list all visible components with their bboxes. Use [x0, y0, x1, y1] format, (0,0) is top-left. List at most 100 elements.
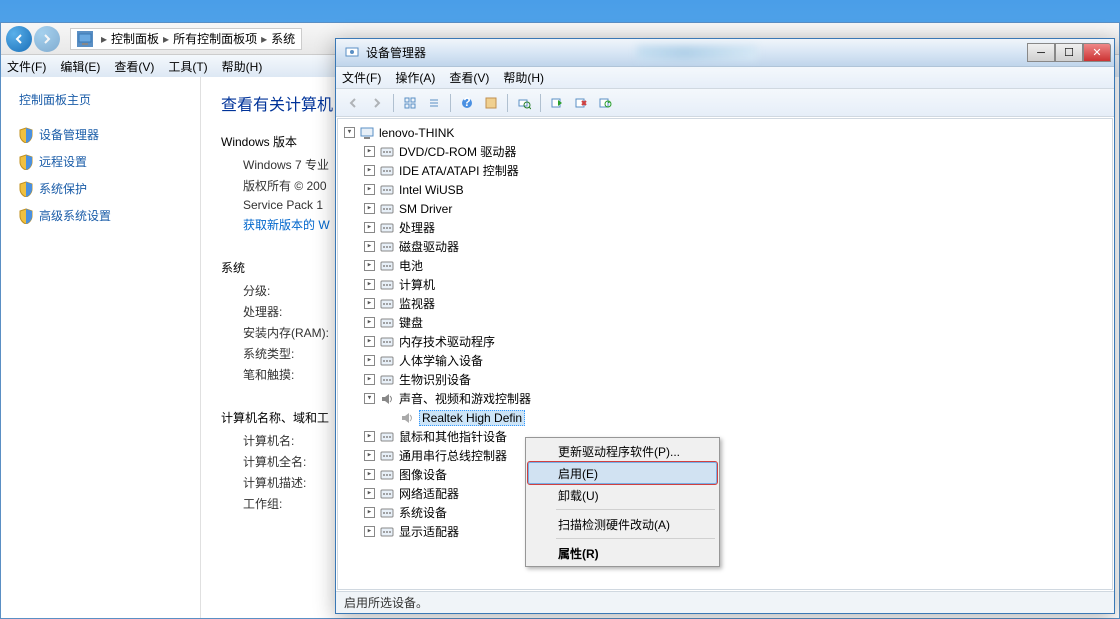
tree-node-label: DVD/CD-ROM 驱动器 [399, 143, 516, 160]
bc-item[interactable]: 所有控制面板项 [173, 30, 257, 47]
toolbar-separator [540, 94, 541, 112]
menu-file[interactable]: 文件(F) [7, 58, 46, 75]
breadcrumb[interactable]: ▸ 控制面板 ▸ 所有控制面板项 ▸ 系统 [70, 28, 302, 50]
device-icon [379, 239, 395, 255]
ctx-enable[interactable]: 启用(E) [528, 462, 717, 484]
expand-toggle[interactable]: ▸ [364, 165, 375, 176]
menu-view[interactable]: 查看(V) [449, 69, 489, 86]
device-icon [379, 315, 395, 331]
tree-node[interactable]: ▸ IDE ATA/ATAPI 控制器 [340, 161, 1110, 180]
expand-toggle[interactable]: ▸ [364, 374, 375, 385]
back-button[interactable] [6, 26, 32, 52]
sidebar-heading[interactable]: 控制面板主页 [11, 91, 190, 108]
tree-node[interactable]: ▸系统设备 [340, 503, 1110, 522]
tree-node[interactable]: ▸电池 [340, 256, 1110, 275]
status-text: 启用所选设备。 [344, 594, 428, 611]
expand-toggle[interactable]: ▸ [364, 241, 375, 252]
menu-file[interactable]: 文件(F) [342, 69, 381, 86]
expand-toggle[interactable]: ▸ [364, 203, 375, 214]
ctx-update-driver[interactable]: 更新驱动程序软件(P)... [528, 440, 717, 462]
menu-edit[interactable]: 编辑(E) [60, 58, 100, 75]
tree-node[interactable]: ▸Intel WiUSB [340, 180, 1110, 199]
tree-node[interactable]: ▸计算机 [340, 275, 1110, 294]
tree-node[interactable]: ▸ 监视器 [340, 294, 1110, 313]
tree-node[interactable]: Realtek High Defin [340, 408, 1110, 427]
menu-view[interactable]: 查看(V) [114, 58, 154, 75]
device-icon [379, 391, 395, 407]
device-manager-window: 设备管理器 ─ ☐ ✕ 文件(F) 操作(A) 查看(V) 帮助(H) ? ▾ [335, 38, 1115, 614]
tree-node-label: 处理器 [399, 219, 435, 236]
expand-toggle[interactable]: ▸ [364, 488, 375, 499]
tree-node-label: IDE ATA/ATAPI 控制器 [399, 162, 519, 179]
expand-toggle[interactable]: ▾ [364, 393, 375, 404]
minimize-button[interactable]: ─ [1027, 43, 1055, 62]
tree-node-label: Realtek High Defin [419, 410, 525, 426]
tree-node-label: 监视器 [399, 295, 435, 312]
tb-back-icon[interactable] [342, 92, 364, 114]
maximize-button[interactable]: ☐ [1055, 43, 1083, 62]
tree-node[interactable]: ▸ 鼠标和其他指针设备 [340, 427, 1110, 446]
tb-uninstall-icon[interactable] [570, 92, 592, 114]
menu-help[interactable]: 帮助(H) [222, 58, 263, 75]
tree-node-label: 鼠标和其他指针设备 [399, 428, 507, 445]
expand-toggle[interactable]: ▾ [344, 127, 355, 138]
tree-node[interactable]: ▸ 处理器 [340, 218, 1110, 237]
tb-help-icon[interactable]: ? [456, 92, 478, 114]
ctx-uninstall[interactable]: 卸载(U) [528, 484, 717, 506]
tb-grid-icon[interactable] [399, 92, 421, 114]
sidebar-item[interactable]: 设备管理器 [11, 122, 190, 147]
tb-properties-icon[interactable] [480, 92, 502, 114]
tree-node[interactable]: ▸ DVD/CD-ROM 驱动器 [340, 142, 1110, 161]
expand-toggle[interactable]: ▸ [364, 507, 375, 518]
tree-node[interactable]: ▸ 图像设备 [340, 465, 1110, 484]
tree-node[interactable]: ▸内存技术驱动程序 [340, 332, 1110, 351]
ctx-properties[interactable]: 属性(R) [528, 542, 717, 564]
tree-node[interactable]: ▸显示适配器 [340, 522, 1110, 541]
tree-node[interactable]: ▸键盘 [340, 313, 1110, 332]
bc-item[interactable]: 控制面板 [111, 30, 159, 47]
device-icon [379, 353, 395, 369]
tree-node[interactable]: ▸人体学输入设备 [340, 351, 1110, 370]
expand-toggle[interactable]: ▸ [364, 526, 375, 537]
expand-toggle[interactable]: ▸ [364, 336, 375, 347]
tree-root[interactable]: ▾ lenovo-THINK [340, 123, 1110, 142]
tree-node[interactable]: ▸网络适配器 [340, 484, 1110, 503]
expand-toggle[interactable]: ▸ [364, 298, 375, 309]
expand-toggle[interactable]: ▸ [364, 184, 375, 195]
expand-toggle[interactable]: ▸ [364, 431, 375, 442]
expand-toggle[interactable]: ▸ [364, 450, 375, 461]
tb-list-icon[interactable] [423, 92, 445, 114]
expand-toggle[interactable]: ▸ [364, 279, 375, 290]
shield-icon [19, 181, 33, 197]
tb-enable-icon[interactable] [546, 92, 568, 114]
sidebar-item[interactable]: 远程设置 [11, 149, 190, 174]
tree-node[interactable]: ▸生物识别设备 [340, 370, 1110, 389]
expand-toggle[interactable]: ▸ [364, 355, 375, 366]
menu-action[interactable]: 操作(A) [395, 69, 435, 86]
tb-scan-icon[interactable] [513, 92, 535, 114]
device-tree[interactable]: ▾ lenovo-THINK ▸ DVD/CD-ROM 驱动器 ▸ IDE ATA/A… [337, 118, 1113, 590]
tb-forward-icon[interactable] [366, 92, 388, 114]
expand-toggle[interactable]: ▸ [364, 260, 375, 271]
sidebar-item[interactable]: 高级系统设置 [11, 203, 190, 228]
menu-help[interactable]: 帮助(H) [503, 69, 544, 86]
device-icon [379, 182, 395, 198]
close-button[interactable]: ✕ [1083, 43, 1111, 62]
expand-toggle[interactable]: ▸ [364, 222, 375, 233]
title-bar[interactable]: 设备管理器 ─ ☐ ✕ [336, 39, 1114, 67]
forward-button[interactable] [34, 26, 60, 52]
computer-icon [77, 31, 93, 47]
expand-toggle[interactable]: ▸ [364, 146, 375, 157]
sidebar-item[interactable]: 系统保护 [11, 176, 190, 201]
ctx-scan-hardware[interactable]: 扫描检测硬件改动(A) [528, 513, 717, 535]
menu-tools[interactable]: 工具(T) [168, 58, 207, 75]
tree-node-label: 图像设备 [399, 466, 447, 483]
expand-toggle[interactable]: ▸ [364, 317, 375, 328]
tree-node[interactable]: ▸通用串行总线控制器 [340, 446, 1110, 465]
expand-toggle[interactable]: ▸ [364, 469, 375, 480]
tree-node[interactable]: ▾声音、视频和游戏控制器 [340, 389, 1110, 408]
bc-item[interactable]: 系统 [271, 30, 295, 47]
tb-update-icon[interactable] [594, 92, 616, 114]
tree-node[interactable]: ▸磁盘驱动器 [340, 237, 1110, 256]
tree-node[interactable]: ▸SM Driver [340, 199, 1110, 218]
